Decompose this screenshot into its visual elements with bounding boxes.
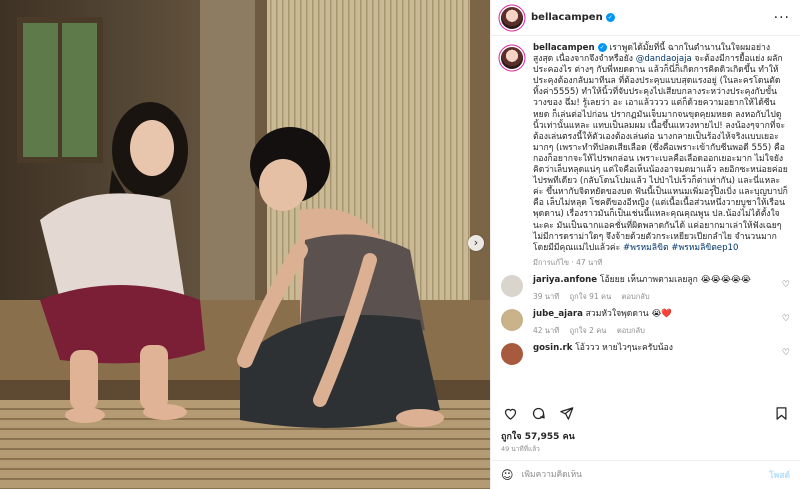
comment-likes[interactable]: ถูกใจ 91 คน — [570, 292, 612, 301]
comment-likes[interactable]: ถูกใจ 2 คน — [570, 326, 607, 335]
comment-username[interactable]: gosin.rk — [533, 343, 572, 353]
likes-count[interactable]: ถูกใจ 57,955 คน — [501, 429, 575, 443]
comment-icon[interactable] — [529, 404, 547, 422]
comment-reply-button[interactable]: ตอบกลับ — [622, 292, 650, 301]
more-icon[interactable]: ··· — [774, 11, 790, 25]
caption-avatar[interactable] — [501, 47, 523, 69]
caption-username[interactable]: bellacampen ✓ — [533, 43, 607, 53]
comment-text: โอ้ววว หายไวๆนะครับน้อง — [575, 342, 674, 353]
caption-text-continued: จะต้องมีการยื้อแย่ง ผลักประคองไร ต่างๆ ก… — [533, 54, 788, 253]
share-icon[interactable] — [557, 404, 575, 422]
comment-input[interactable] — [521, 470, 770, 480]
comment-avatar[interactable] — [501, 308, 523, 331]
post-comment-button[interactable]: โพสต์ — [769, 468, 790, 482]
add-comment-bar: ☺ โพสต์ — [491, 460, 800, 489]
comment-text: โอ้ยยย เห็นภาพตามเลยลูก — [599, 274, 698, 285]
post-header: bellacampen ✓ ··· — [491, 0, 800, 36]
caption-meta: มีการแก้ไข · 47 นาที — [533, 257, 603, 267]
comment-heart-icon[interactable]: ♡ — [782, 314, 790, 324]
post-photo[interactable]: › — [0, 0, 490, 489]
comment-emojis: 😭😭😭😭😭 — [700, 274, 751, 285]
comment-username[interactable]: jariya.anfone — [533, 275, 597, 285]
bookmark-icon[interactable] — [772, 404, 790, 422]
carousel-next-icon[interactable]: › — [468, 235, 484, 251]
comment-heart-icon[interactable]: ♡ — [782, 280, 790, 290]
caption-hashtags[interactable]: #พรหมลิขิต #พรหมลิขิตep10 — [623, 243, 738, 253]
comment-avatar[interactable] — [501, 274, 523, 297]
post-caption: bellacampen ✓ เราพูดได้มั้ยที่นี้ ฉากในตำ… — [501, 43, 790, 268]
header-username[interactable]: bellacampen ✓ — [531, 12, 615, 23]
action-bar — [491, 400, 800, 426]
comment-heart-icon[interactable]: ♡ — [782, 348, 790, 358]
comment-item: jube_ajara สวมหัวใจพุดดาน 😭❤️ 42 นาที ถู… — [501, 308, 790, 336]
emoji-icon[interactable]: ☺ — [501, 468, 514, 482]
comment-item: gosin.rk โอ้ววว หายไวๆนะครับน้อง ♡ — [501, 342, 790, 365]
verified-badge-icon: ✓ — [605, 13, 615, 22]
comment-time: 42 นาที — [533, 325, 560, 335]
comment-emojis: 😭❤️ — [651, 308, 673, 319]
heart-icon[interactable] — [501, 404, 519, 422]
avatar[interactable] — [501, 6, 523, 29]
caption-mention-link[interactable]: @dandaojaja — [636, 54, 692, 64]
photo-illustration — [0, 0, 490, 489]
comment-time: 39 นาที — [533, 291, 560, 301]
comment-text: สวมหัวใจพุดดาน — [585, 308, 649, 319]
comment-username[interactable]: jube_ajara — [533, 309, 583, 319]
post-side-panel: bellacampen ✓ ··· bellacampen ✓ เราพูดได้ม… — [490, 0, 800, 489]
comments-section[interactable]: bellacampen ✓ เราพูดได้มั้ยที่นี้ ฉากในตำ… — [491, 37, 800, 392]
verified-badge-icon: ✓ — [597, 43, 607, 52]
post-timestamp: 49 นาทีที่แล้ว — [501, 445, 540, 453]
comment-reply-button[interactable]: ตอบกลับ — [617, 326, 645, 335]
comment-avatar[interactable] — [501, 342, 523, 365]
comment-item: jariya.anfone โอ้ยยย เห็นภาพตามเลยลูก 😭😭… — [501, 274, 790, 302]
